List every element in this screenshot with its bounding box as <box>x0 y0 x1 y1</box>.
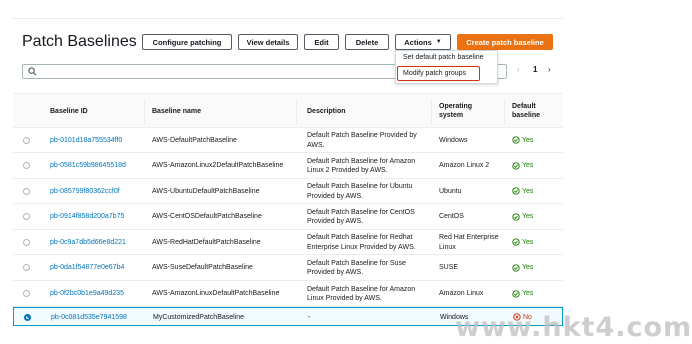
row-radio-button[interactable] <box>23 238 30 246</box>
default-baseline-status: Yes <box>512 212 533 222</box>
baseline-name: AWS-AmazonLinux2DefaultPatchBaseline <box>152 162 284 169</box>
actions-label: Actions <box>404 37 432 47</box>
operating-system: SUSE <box>439 264 459 271</box>
row-radio-button[interactable] <box>23 136 30 144</box>
baseline-name: AWS-AmazonLinuxDefaultPatchBaseline <box>152 290 280 297</box>
default-baseline-status: Yes <box>512 238 533 248</box>
baseline-name: AWS-DefaultPatchBaseline <box>152 136 237 144</box>
default-baseline-status: Yes <box>512 136 533 146</box>
baseline-id-link[interactable]: pb-0914f858d200a7b75 <box>50 212 142 222</box>
baseline-id-link[interactable]: pb-085799f80362ccf0f <box>50 187 142 197</box>
table-header: Baseline ID Baseline name Description Op… <box>13 93 563 128</box>
table-row[interactable]: pb-0da1f54877e0e67b4 AWS-SuseDefaultPatch… <box>13 255 563 281</box>
header-baseline-name[interactable]: Baseline name <box>152 107 201 116</box>
check-circle-icon <box>512 162 520 170</box>
check-circle-icon <box>512 136 520 144</box>
column-divider <box>144 100 145 124</box>
default-baseline-status: Yes <box>512 187 533 197</box>
actions-dropdown-menu: Set default patch baseline Modify patch … <box>395 50 498 84</box>
operating-system: Windows <box>439 136 468 144</box>
delete-button[interactable]: Delete <box>345 34 389 50</box>
baseline-id-link[interactable]: pb-0c081d535e7941598 <box>51 313 143 323</box>
menu-item-modify-patch-groups[interactable]: Modify patch groups <box>403 70 466 77</box>
baseline-name: AWS-CentOSDefaultPatchBaseline <box>152 213 262 220</box>
row-radio-button[interactable] <box>23 213 30 220</box>
default-baseline-label: Yes <box>522 162 534 169</box>
default-baseline-label: Yes <box>522 187 534 195</box>
row-radio-button[interactable] <box>23 187 30 195</box>
baseline-description: Default Patch Baseline for Amazon Linux … <box>307 285 416 303</box>
row-radio-button[interactable] <box>23 162 30 169</box>
table-row[interactable]: pb-0c9a7db5d66e8d221 AWS-RedHatDefaultPat… <box>13 230 563 255</box>
table-row[interactable]: pb-0101d18a755534ff0 AWS-DefaultPatchBase… <box>13 128 563 153</box>
baseline-name: MyCustomizedPatchBaseline <box>153 313 245 321</box>
table-row[interactable]: pb-085799f80362ccf0f AWS-UbuntuDefaultPat… <box>13 179 563 204</box>
configure-patching-button[interactable]: Configure patching <box>142 34 232 50</box>
caret-down-icon: ▼ <box>435 39 442 45</box>
baseline-description: Default Patch Baseline Provided by AWS. <box>307 132 417 149</box>
default-baseline-status: Yes <box>512 263 533 273</box>
default-baseline-label: Yes <box>522 290 534 297</box>
view-details-button[interactable]: View details <box>238 34 298 50</box>
header-description[interactable]: Description <box>307 107 346 116</box>
operating-system: Ubuntu <box>439 187 462 195</box>
baseline-id-link[interactable]: pb-0f2bc0b1e9a49d235 <box>50 289 142 299</box>
default-baseline-label: Yes <box>522 264 534 271</box>
baseline-id-link[interactable]: pb-0c9a7db5d66e8d221 <box>50 238 142 248</box>
header-operating-system[interactable]: Operating system <box>439 102 489 120</box>
baseline-id-link[interactable]: pb-0101d18a755534ff0 <box>50 136 142 146</box>
row-radio-button[interactable] <box>23 264 30 271</box>
check-circle-icon <box>512 290 520 298</box>
baseline-name: AWS-UbuntuDefaultPatchBaseline <box>152 187 260 195</box>
check-circle-icon <box>512 264 520 272</box>
operating-system: CentOS <box>439 213 464 220</box>
baseline-name: AWS-RedHatDefaultPatchBaseline <box>152 238 261 246</box>
row-radio-button[interactable] <box>23 290 30 297</box>
operating-system: Amazon Linux <box>439 290 484 297</box>
default-baseline-status: Yes <box>512 161 533 171</box>
watermark: www.hkt4.com <box>455 312 692 343</box>
baseline-id-link[interactable]: pb-0581c59b98645518d <box>50 161 142 171</box>
default-baseline-label: Yes <box>522 136 534 144</box>
create-patch-baseline-button[interactable]: Create patch baseline <box>457 34 553 50</box>
table-row[interactable]: pb-0914f858d200a7b75 AWS-CentOSDefaultPat… <box>13 204 563 230</box>
search-icon <box>28 67 37 76</box>
edit-button[interactable]: Edit <box>304 34 339 50</box>
baseline-id-link[interactable]: pb-0da1f54877e0e67b4 <box>50 263 142 273</box>
baseline-description: Default Patch Baseline for Ubuntu Provid… <box>307 183 413 200</box>
baseline-description: Default Patch Baseline for Redhat Enterp… <box>307 234 416 251</box>
page-title: Patch Baselines <box>22 33 137 50</box>
column-divider <box>504 100 505 124</box>
column-divider <box>431 100 432 124</box>
row-radio-button[interactable] <box>24 313 31 321</box>
menu-item-set-default[interactable]: Set default patch baseline <box>403 54 484 61</box>
baseline-description: - <box>308 313 311 321</box>
table-row[interactable]: pb-0581c59b98645518d AWS-AmazonLinux2Defa… <box>13 153 563 179</box>
column-divider <box>296 100 297 124</box>
check-circle-icon <box>512 213 520 221</box>
table-row[interactable]: pb-0f2bc0b1e9a49d235 AWS-AmazonLinuxDefau… <box>13 281 563 307</box>
page-number[interactable]: 1 <box>533 65 537 74</box>
header-baseline-id[interactable]: Baseline ID <box>50 107 88 116</box>
check-circle-icon <box>512 238 520 246</box>
baseline-description: Default Patch Baseline for CentOS Provid… <box>307 208 415 226</box>
chevron-right-icon[interactable]: › <box>548 65 551 74</box>
default-baseline-label: Yes <box>522 238 534 246</box>
operating-system: Amazon Linux 2 <box>439 162 490 169</box>
check-circle-icon <box>512 187 520 195</box>
baseline-description: Default Patch Baseline for Suse Provided… <box>307 259 406 277</box>
header-default-baseline[interactable]: Default baseline <box>512 102 557 120</box>
actions-button[interactable]: Actions ▼ <box>395 34 451 50</box>
baseline-name: AWS-SuseDefaultPatchBaseline <box>152 264 253 271</box>
default-baseline-status: Yes <box>512 289 533 299</box>
default-baseline-label: Yes <box>522 213 534 220</box>
operating-system: Red Hat Enterprise Linux <box>439 234 499 251</box>
chevron-left-icon[interactable]: ‹ <box>517 65 520 74</box>
baseline-description: Default Patch Baseline for Amazon Linux … <box>307 157 416 175</box>
